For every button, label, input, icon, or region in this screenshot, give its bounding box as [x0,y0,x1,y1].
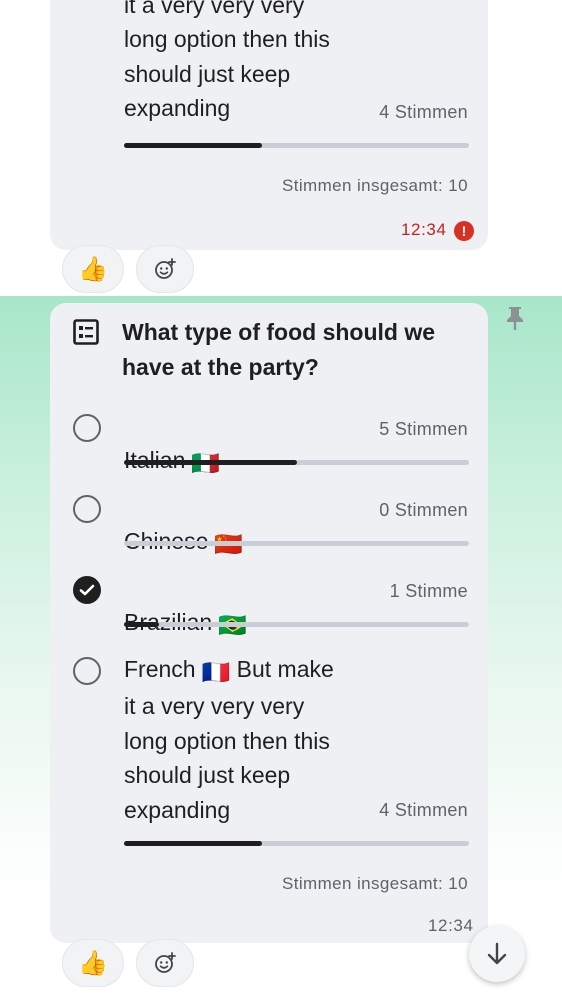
poll-option-votes: 1 Stimme [389,581,468,601]
reaction-thumbs-up[interactable]: 👍 [62,245,124,293]
message-time: 12:34 [401,220,447,239]
poll-option-progress-fill [124,143,262,148]
add-reaction-button[interactable] [136,245,194,293]
arrow-down-icon [487,942,507,965]
add-reaction-button[interactable] [136,939,194,987]
poll-option-progress-fill [124,841,262,846]
poll-total-votes: Stimmen insgesamt: 10 [281,874,468,893]
poll-option-votes: 4 Stimmen [379,800,468,820]
poll-question: What type of food should we have at the … [122,319,436,380]
poll-option-label: French [124,656,196,682]
poll-option-progress-bar [124,143,469,148]
poll-option-progress-bar [124,460,469,465]
poll-option-chinese[interactable]: Chinese🇨🇳 [124,490,243,562]
message-time: 12:34 [428,916,474,935]
poll-option-radio-french[interactable] [73,657,101,685]
poll-option-progress-bar [124,541,469,546]
poll-option-votes: 5 Stimmen [379,419,468,439]
checkmark-icon [79,584,95,596]
poll-option-radio-italian[interactable] [73,414,101,442]
add-reaction-icon [155,258,176,279]
poll-icon [73,319,99,345]
poll-option-brazilian[interactable]: Brazilian🇧🇷 [124,571,247,643]
add-reaction-icon [155,952,176,973]
poll-option-progress-fill [124,622,159,627]
poll-total-votes: Stimmen insgesamt: 10 [281,176,468,195]
france-flag-icon: 🇫🇷 [201,659,231,685]
pin-icon[interactable] [504,305,526,331]
scroll-to-bottom-button[interactable] [469,926,525,982]
poll-option-progress-fill [124,460,297,465]
poll-option-votes: 4 Stimmen [379,102,468,122]
poll-option-radio-chinese[interactable] [73,495,101,523]
poll-option-progress-bar [124,841,469,846]
reaction-thumbs-up[interactable]: 👍 [62,939,124,987]
poll-option-radio-brazilian[interactable] [73,576,101,604]
poll-option-votes: 0 Stimmen [379,500,468,520]
error-icon[interactable]: ! [454,221,474,241]
poll-option-italian[interactable]: Italian🇮🇹 [124,409,220,481]
poll-option-progress-bar [124,622,469,627]
